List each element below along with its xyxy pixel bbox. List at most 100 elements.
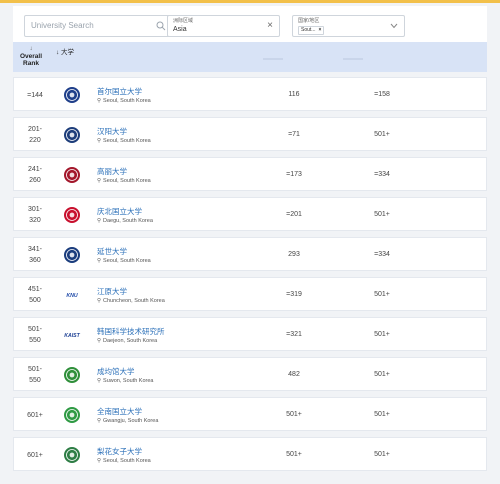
university-name-link[interactable]: 首尔国立大学 xyxy=(97,86,142,97)
score-column-1: =173 xyxy=(286,171,302,178)
clear-region-icon[interactable]: × xyxy=(267,20,273,31)
search-icon[interactable] xyxy=(156,21,166,31)
score-column-1: =321 xyxy=(286,331,302,338)
score-column-2: 501+ xyxy=(374,331,390,338)
region-label: 洲际区域 xyxy=(173,18,194,24)
university-name-link[interactable]: 全南国立大学 xyxy=(97,406,142,417)
location-text: Suwon, South Korea xyxy=(103,378,154,384)
sort-arrow-icon: ↓ xyxy=(29,46,33,52)
location: ⚲ Gwangju, South Korea xyxy=(97,418,158,424)
university-name-link[interactable]: 江原大学 xyxy=(97,286,127,297)
overall-rank-label: Overall Rank xyxy=(19,53,43,67)
knu-wordmark-icon: KNU xyxy=(63,286,81,304)
table-row[interactable]: 451- 500 KNU 江原大学 ⚲ Chuncheon, South Korea =31… xyxy=(13,277,487,311)
region-select[interactable]: 洲际区域 Asia × xyxy=(167,15,280,37)
location-text: Seoul, South Korea xyxy=(103,98,151,104)
country-chip-text: Sout... xyxy=(301,27,316,33)
score-column-2: 501+ xyxy=(374,371,390,378)
rank-value: =144 xyxy=(27,91,43,99)
location-text: Seoul, South Korea xyxy=(103,178,151,184)
table-row[interactable]: 601+ 梨花女子大学 ⚲ Seoul, South Korea 501+ 501+ xyxy=(13,437,487,471)
score-column-1: =201 xyxy=(286,211,302,218)
location-pin-icon: ⚲ xyxy=(97,458,102,464)
location-text: Gwangju, South Korea xyxy=(103,418,159,424)
table-row[interactable]: 501- 550 成均馆大学 ⚲ Suwon, South Korea 482 501+ xyxy=(13,357,487,391)
score-column-2: =334 xyxy=(374,171,390,178)
svg-text:KNU: KNU xyxy=(66,293,77,299)
rank-value: 201- 220 xyxy=(27,126,42,144)
search-input[interactable]: University Search xyxy=(24,15,171,37)
score-column-1: 501+ xyxy=(286,411,302,418)
table-row[interactable]: =144 首尔国立大学 ⚲ Seoul, South Korea 116 =158 xyxy=(13,77,487,111)
location: ⚲ Seoul, South Korea xyxy=(97,458,151,464)
location: ⚲ Daejeon, South Korea xyxy=(97,338,157,344)
rank-value: 241- 260 xyxy=(27,166,42,184)
rank-value: 601+ xyxy=(27,451,43,459)
rank-value: 341- 360 xyxy=(27,246,42,264)
korea-univ-crest-icon xyxy=(63,166,81,184)
university-name-link[interactable]: 高丽大学 xyxy=(97,166,127,177)
snu-emblem-icon xyxy=(63,86,81,104)
rank-value: 601+ xyxy=(27,411,43,419)
score-column-2: 501+ xyxy=(374,291,390,298)
university-header[interactable]: ↓ 大学 xyxy=(56,46,74,56)
search-placeholder: University Search xyxy=(31,21,94,30)
faded-column-header xyxy=(263,58,283,60)
top-accent-bar xyxy=(0,0,500,3)
score-column-1: 501+ xyxy=(286,451,302,458)
rank-value: 301- 320 xyxy=(27,206,42,224)
score-column-2: 501+ xyxy=(374,411,390,418)
location-pin-icon: ⚲ xyxy=(97,298,102,304)
table-row[interactable]: 201- 220 汉阳大学 ⚲ Seoul, South Korea =71 501+ xyxy=(13,117,487,151)
score-column-1: 293 xyxy=(288,251,300,258)
table-row[interactable]: 301- 320 庆北国立大学 ⚲ Daegu, South Korea =201 501+ xyxy=(13,197,487,231)
filter-bar: University Search 洲际区域 Asia × 国家/地区 Sout… xyxy=(13,6,487,42)
score-column-1: 482 xyxy=(288,371,300,378)
country-chip[interactable]: Sout... × xyxy=(298,26,325,35)
location: ⚲ Suwon, South Korea xyxy=(97,378,153,384)
location: ⚲ Daegu, South Korea xyxy=(97,218,153,224)
country-select[interactable]: 国家/地区 Sout... × xyxy=(292,15,405,37)
kaist-wordmark-icon: KAIST xyxy=(63,326,81,344)
location: ⚲ Chuncheon, South Korea xyxy=(97,298,165,304)
faded-column-header xyxy=(343,58,363,60)
location-pin-icon: ⚲ xyxy=(97,258,102,264)
score-column-2: =334 xyxy=(374,251,390,258)
table-row[interactable]: 241- 260 高丽大学 ⚲ Seoul, South Korea =173 =334 xyxy=(13,157,487,191)
region-value: Asia xyxy=(173,26,187,33)
rank-value: 451- 500 xyxy=(27,286,42,304)
location: ⚲ Seoul, South Korea xyxy=(97,178,151,184)
university-name-link[interactable]: 庆北国立大学 xyxy=(97,206,142,217)
location-pin-icon: ⚲ xyxy=(97,338,102,344)
country-label: 国家/地区 xyxy=(298,18,320,24)
table-row[interactable]: 501- 550 KAIST 韩国科学技术研究所 ⚲ Daejeon, South Kor… xyxy=(13,317,487,351)
skku-emblem-icon xyxy=(63,366,81,384)
university-name-link[interactable]: 延世大学 xyxy=(97,246,127,257)
rank-value: 501- 550 xyxy=(27,326,42,344)
remove-chip-icon[interactable]: × xyxy=(318,27,321,33)
location-text: Daegu, South Korea xyxy=(103,218,153,224)
ewha-emblem-icon xyxy=(63,446,81,464)
chonnam-emblem-icon xyxy=(63,406,81,424)
chevron-down-icon[interactable] xyxy=(390,23,398,29)
location: ⚲ Seoul, South Korea xyxy=(97,138,151,144)
score-column-2: 501+ xyxy=(374,451,390,458)
location: ⚲ Seoul, South Korea xyxy=(97,258,151,264)
score-column-1: 116 xyxy=(288,91,300,98)
score-column-1: =71 xyxy=(288,131,300,138)
university-name-link[interactable]: 梨花女子大学 xyxy=(97,446,142,457)
score-column-2: 501+ xyxy=(374,211,390,218)
university-name-link[interactable]: 汉阳大学 xyxy=(97,126,127,137)
score-column-2: =158 xyxy=(374,91,390,98)
university-name-link[interactable]: 韩国科学技术研究所 xyxy=(97,326,165,337)
table-row[interactable]: 601+ 全南国立大学 ⚲ Gwangju, South Korea 501+ 501+ xyxy=(13,397,487,431)
table-header: ↓ Overall Rank ↓ 大学 xyxy=(13,42,487,72)
university-name-link[interactable]: 成均馆大学 xyxy=(97,366,135,377)
table-row[interactable]: 341- 360 延世大学 ⚲ Seoul, South Korea 293 =334 xyxy=(13,237,487,271)
location-pin-icon: ⚲ xyxy=(97,378,102,384)
overall-rank-header[interactable]: ↓ Overall Rank xyxy=(18,46,44,67)
location-pin-icon: ⚲ xyxy=(97,218,102,224)
location: ⚲ Seoul, South Korea xyxy=(97,98,151,104)
svg-text:KAIST: KAIST xyxy=(64,333,80,339)
location-pin-icon: ⚲ xyxy=(97,138,102,144)
